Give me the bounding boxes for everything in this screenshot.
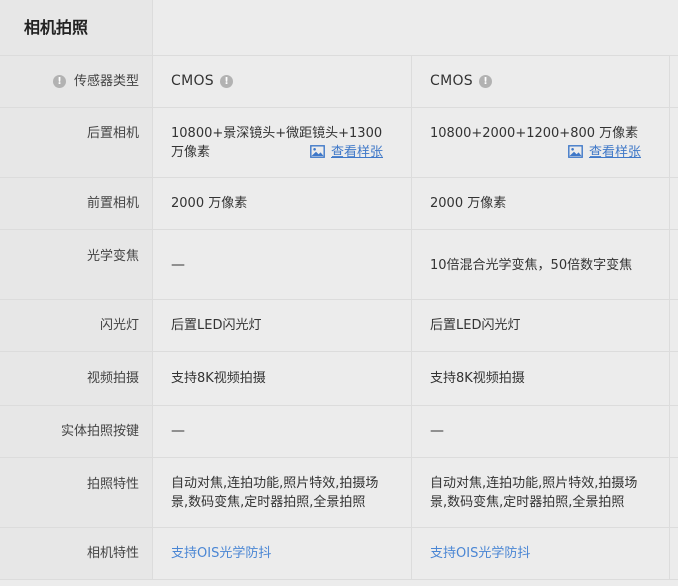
shutter-value-a: — [171, 423, 185, 439]
row-label: 前置相机 [86, 196, 139, 211]
features-value-b-line1: 自动对焦,连拍功能,照片特效,拍摄场 [430, 476, 638, 491]
value-cell-a: 支持8K视频拍摄 [153, 352, 412, 405]
image-icon [310, 145, 325, 158]
sample-link-a[interactable]: 查看样张 [310, 143, 383, 162]
table-row-camera-feature: 相机特性 支持OIS光学防抖 支持OIS光学防抖 [0, 528, 678, 580]
camera-feature-link-a[interactable]: 支持OIS光学防抖 [171, 544, 271, 563]
row-label-cell: 视频拍摄 [0, 352, 153, 405]
value-cell-b: 支持OIS光学防抖 [412, 528, 670, 579]
zoom-value-b: 10倍混合光学变焦，50倍数字变焦 [430, 258, 633, 273]
row-label: 拍照特性 [86, 477, 139, 492]
front-value-a: 2000 万像素 [171, 196, 248, 211]
value-cell-a: CMOS ! [153, 56, 412, 107]
value-cell-a: — [153, 406, 412, 457]
row-label: 相机特性 [86, 546, 139, 561]
row-label-cell: 相机特性 [0, 528, 153, 579]
camera-feature-link-b[interactable]: 支持OIS光学防抖 [430, 544, 530, 563]
table-row-video: 视频拍摄 支持8K视频拍摄 支持8K视频拍摄 [0, 352, 678, 406]
features-value-a-line1: 自动对焦,连拍功能,照片特效,拍摄场 [171, 476, 379, 491]
table-row-front-camera: 前置相机 2000 万像素 2000 万像素 [0, 178, 678, 230]
row-label: 后置相机 [86, 126, 139, 141]
value-cell-a: 2000 万像素 [153, 178, 412, 229]
info-icon[interactable]: ! [478, 75, 492, 88]
row-label-cell: 闪光灯 [0, 300, 153, 351]
row-label-cell: 实体拍照按键 [0, 406, 153, 457]
value-cell-b: 后置LED闪光灯 [412, 300, 670, 351]
video-value-b: 支持8K视频拍摄 [430, 371, 525, 386]
value-cell-b: CMOS ! [412, 56, 670, 107]
value-cell-b: — [412, 406, 670, 457]
table-row-shutter-key: 实体拍照按键 — — [0, 406, 678, 458]
rear-value-a-line2: 万像素 [171, 145, 211, 160]
row-label-cell: ! 传感器类型 [0, 56, 153, 107]
sample-link-text[interactable]: 查看样张 [331, 145, 383, 160]
row-label-cell: 后置相机 [0, 108, 153, 177]
row-label-cell: 拍照特性 [0, 458, 153, 527]
row-label-cell: 前置相机 [0, 178, 153, 229]
camera-spec-table: 相机拍照 ! 传感器类型 CMOS ! CMOS ! 后置相机 10800+景深… [0, 0, 678, 586]
zoom-value-a: — [171, 257, 185, 273]
value-cell-a: 10800+景深镜头+微距镜头+1300 万像素 查看样张 [153, 108, 412, 177]
front-value-b: 2000 万像素 [430, 196, 507, 211]
value-cell-a: 后置LED闪光灯 [153, 300, 412, 351]
value-cell-b: 支持8K视频拍摄 [412, 352, 670, 405]
info-icon[interactable]: ! [52, 75, 66, 88]
table-row-optical-zoom: 光学变焦 — 10倍混合光学变焦，50倍数字变焦 [0, 230, 678, 300]
features-value-a-line2: 景,数码变焦,定时器拍照,全景拍照 [171, 495, 366, 510]
row-label: 闪光灯 [99, 318, 139, 333]
sensor-value-a: CMOS [171, 73, 214, 89]
sample-link-b[interactable]: 查看样张 [568, 143, 641, 162]
info-icon[interactable]: ! [219, 75, 233, 88]
section-header-fill [153, 0, 678, 56]
row-label: 视频拍摄 [86, 371, 139, 386]
value-cell-a: 支持OIS光学防抖 [153, 528, 412, 579]
value-cell-b: 10800+2000+1200+800 万像素 查看样张 [412, 108, 670, 177]
flash-value-a: 后置LED闪光灯 [171, 318, 262, 333]
sensor-value-b: CMOS [430, 73, 473, 89]
features-value-b-line2: 景,数码变焦,定时器拍照,全景拍照 [430, 495, 625, 510]
row-label-cell: 光学变焦 [0, 230, 153, 299]
table-row-photo-features: 拍照特性 自动对焦,连拍功能,照片特效,拍摄场 景,数码变焦,定时器拍照,全景拍… [0, 458, 678, 528]
value-cell-b: 自动对焦,连拍功能,照片特效,拍摄场 景,数码变焦,定时器拍照,全景拍照 [412, 458, 670, 527]
value-cell-a: — [153, 230, 412, 299]
rear-value-b-line1: 10800+2000+1200+800 万像素 [430, 126, 639, 141]
flash-value-b: 后置LED闪光灯 [430, 318, 521, 333]
video-value-a: 支持8K视频拍摄 [171, 371, 266, 386]
table-row-rear-camera: 后置相机 10800+景深镜头+微距镜头+1300 万像素 查看样张 10800… [0, 108, 678, 178]
section-title: 相机拍照 [0, 0, 153, 56]
table-row-flash: 闪光灯 后置LED闪光灯 后置LED闪光灯 [0, 300, 678, 352]
row-label: 传感器类型 [73, 74, 139, 89]
row-label: 光学变焦 [86, 249, 139, 264]
value-cell-b: 2000 万像素 [412, 178, 670, 229]
shutter-value-b: — [430, 423, 444, 439]
value-cell-a: 自动对焦,连拍功能,照片特效,拍摄场 景,数码变焦,定时器拍照,全景拍照 [153, 458, 412, 527]
sample-link-text[interactable]: 查看样张 [589, 145, 641, 160]
table-row-sensor: ! 传感器类型 CMOS ! CMOS ! [0, 56, 678, 108]
image-icon [568, 145, 583, 158]
row-label: 实体拍照按键 [60, 424, 139, 439]
value-cell-b: 10倍混合光学变焦，50倍数字变焦 [412, 230, 670, 299]
rear-value-a-line1: 10800+景深镜头+微距镜头+1300 [171, 126, 383, 141]
